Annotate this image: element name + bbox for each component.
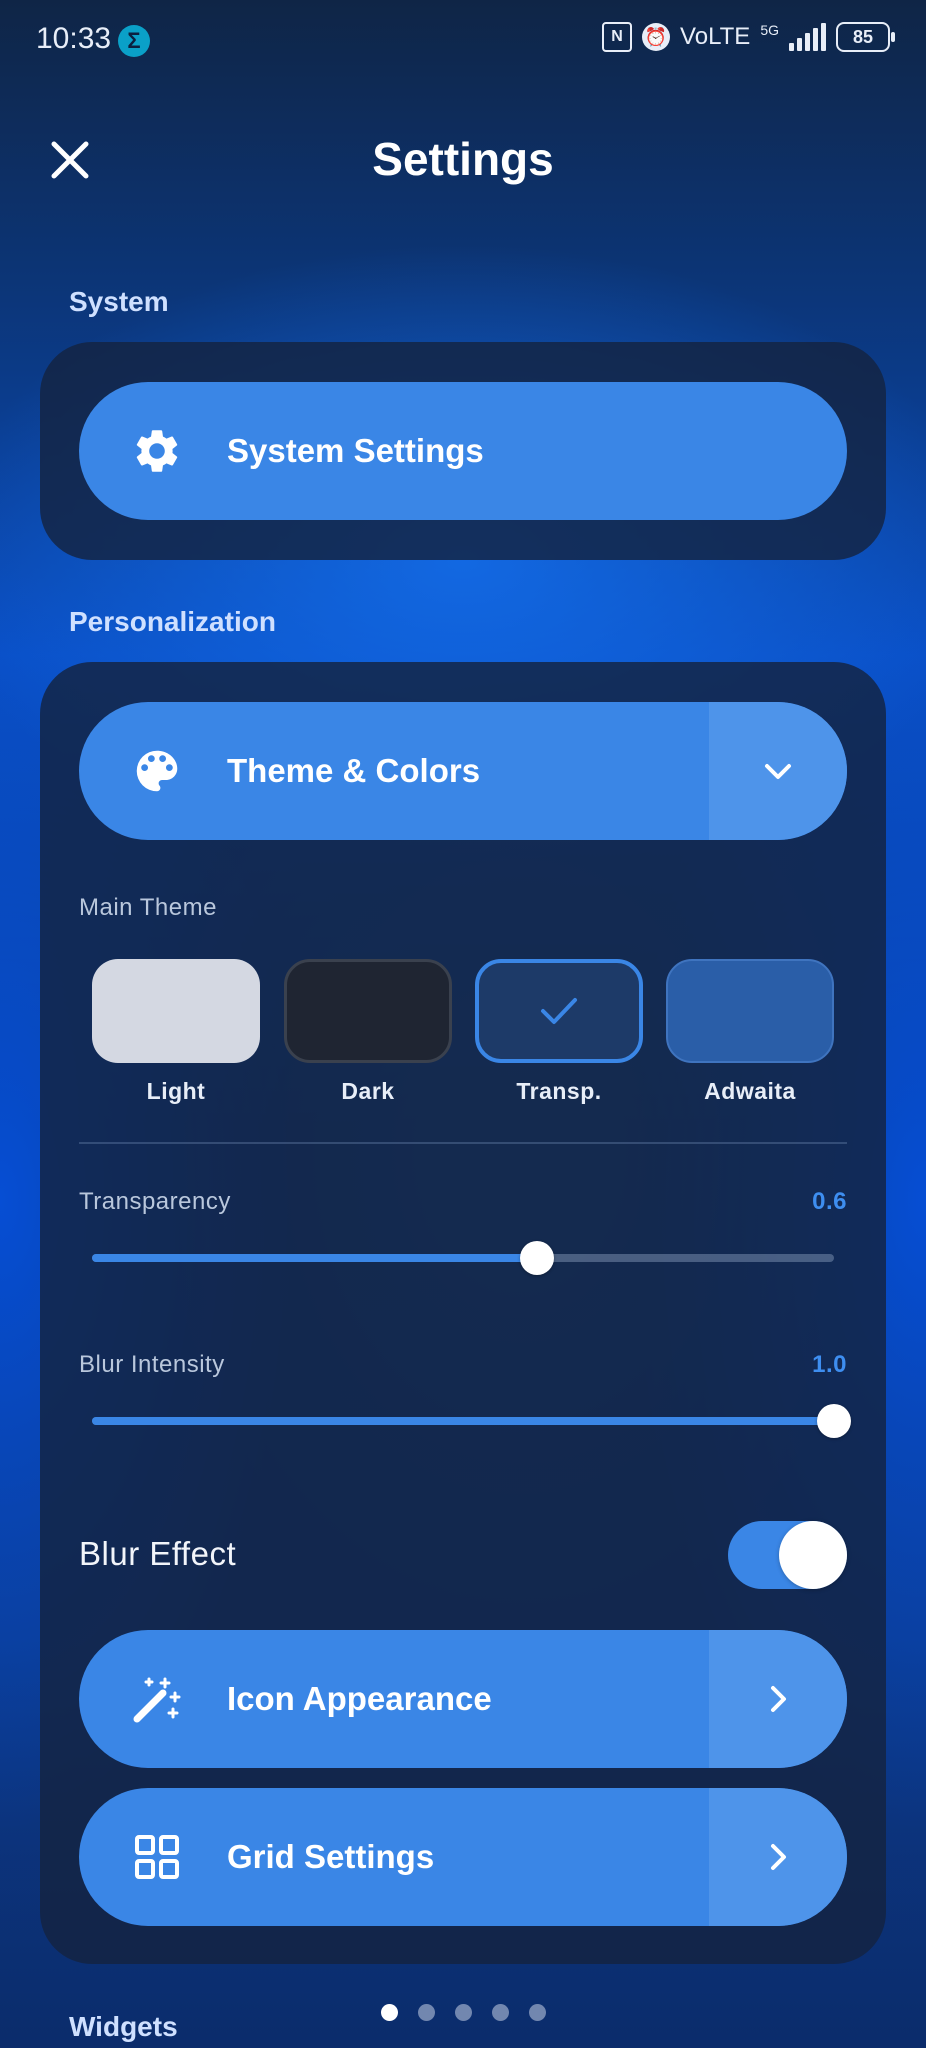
grid-settings-label: Grid Settings bbox=[227, 1838, 435, 1875]
personalization-card bbox=[40, 662, 886, 1964]
gear-icon bbox=[117, 425, 197, 477]
divider bbox=[79, 1142, 847, 1144]
theme-option-dark[interactable] bbox=[284, 959, 452, 1063]
palette-icon bbox=[117, 744, 197, 798]
grid-settings-open[interactable] bbox=[709, 1788, 847, 1926]
system-settings-button[interactable]: System Settings bbox=[79, 382, 847, 520]
signal-icon bbox=[789, 23, 826, 51]
toggle-knob bbox=[779, 1521, 847, 1589]
blur-effect-label: Blur Effect bbox=[79, 1535, 237, 1572]
grid-icon bbox=[117, 1833, 197, 1881]
blur-intensity-label: Blur Intensity bbox=[79, 1351, 225, 1378]
icon-appearance-label: Icon Appearance bbox=[227, 1680, 492, 1717]
icon-appearance-open[interactable] bbox=[709, 1630, 847, 1768]
icon-appearance-button[interactable]: Icon Appearance bbox=[79, 1630, 847, 1768]
chevron-right-icon bbox=[771, 1844, 786, 1870]
app-indicator-icon: Σ bbox=[118, 25, 150, 57]
status-time: 10:33 bbox=[36, 22, 112, 55]
blur-intensity-value: 1.0 bbox=[812, 1351, 847, 1378]
transparency-label: Transparency bbox=[79, 1188, 231, 1215]
page-dot[interactable] bbox=[528, 2004, 546, 2021]
section-label-personalization: Personalization bbox=[69, 606, 276, 637]
page-title: Settings bbox=[372, 133, 554, 185]
network-label: VoLTE bbox=[680, 23, 751, 50]
theme-option-light[interactable] bbox=[92, 959, 260, 1063]
transparency-slider-fill bbox=[92, 1254, 538, 1262]
theme-colors-expand[interactable] bbox=[709, 702, 847, 840]
theme-name-adwaita: Adwaita bbox=[704, 1078, 796, 1104]
page-indicator bbox=[0, 2004, 926, 2021]
transparency-slider[interactable] bbox=[92, 1241, 834, 1275]
nfc-icon: N bbox=[602, 22, 633, 52]
page-dot[interactable] bbox=[417, 2004, 435, 2021]
magic-wand-icon bbox=[117, 1671, 197, 1727]
grid-settings-button[interactable]: Grid Settings bbox=[79, 1788, 847, 1926]
status-icons: N ⏰ VoLTE 5G 85 bbox=[602, 22, 895, 52]
blur-intensity-slider-fill bbox=[92, 1417, 834, 1425]
chevron-down-icon bbox=[765, 764, 791, 779]
transparency-slider-thumb[interactable] bbox=[520, 1241, 555, 1275]
alarm-icon: ⏰ bbox=[642, 23, 671, 51]
theme-option-transp[interactable] bbox=[475, 959, 643, 1063]
theme-name-light: Light bbox=[146, 1078, 206, 1104]
page-dot[interactable] bbox=[454, 2004, 472, 2021]
theme-name-dark: Dark bbox=[341, 1078, 395, 1104]
system-settings-label: System Settings bbox=[227, 432, 484, 469]
blur-intensity-slider[interactable] bbox=[92, 1404, 851, 1438]
theme-colors-button[interactable]: Theme & Colors bbox=[79, 702, 847, 840]
page-dot[interactable] bbox=[491, 2004, 509, 2021]
chevron-right-icon bbox=[771, 1686, 786, 1712]
blur-intensity-slider-thumb[interactable] bbox=[817, 1404, 851, 1438]
transparency-value: 0.6 bbox=[812, 1188, 847, 1215]
main-theme-label: Main Theme bbox=[79, 894, 217, 921]
theme-colors-label: Theme & Colors bbox=[227, 752, 481, 789]
check-icon bbox=[541, 998, 577, 1024]
page-dot[interactable] bbox=[380, 2004, 398, 2021]
battery-icon: 85 bbox=[836, 22, 895, 52]
network-gen-label: 5G bbox=[760, 22, 779, 38]
blur-effect-toggle[interactable] bbox=[728, 1521, 847, 1589]
section-label-system: System bbox=[69, 286, 169, 317]
theme-option-adwaita[interactable] bbox=[666, 959, 834, 1063]
theme-name-transp: Transp. bbox=[516, 1078, 602, 1104]
